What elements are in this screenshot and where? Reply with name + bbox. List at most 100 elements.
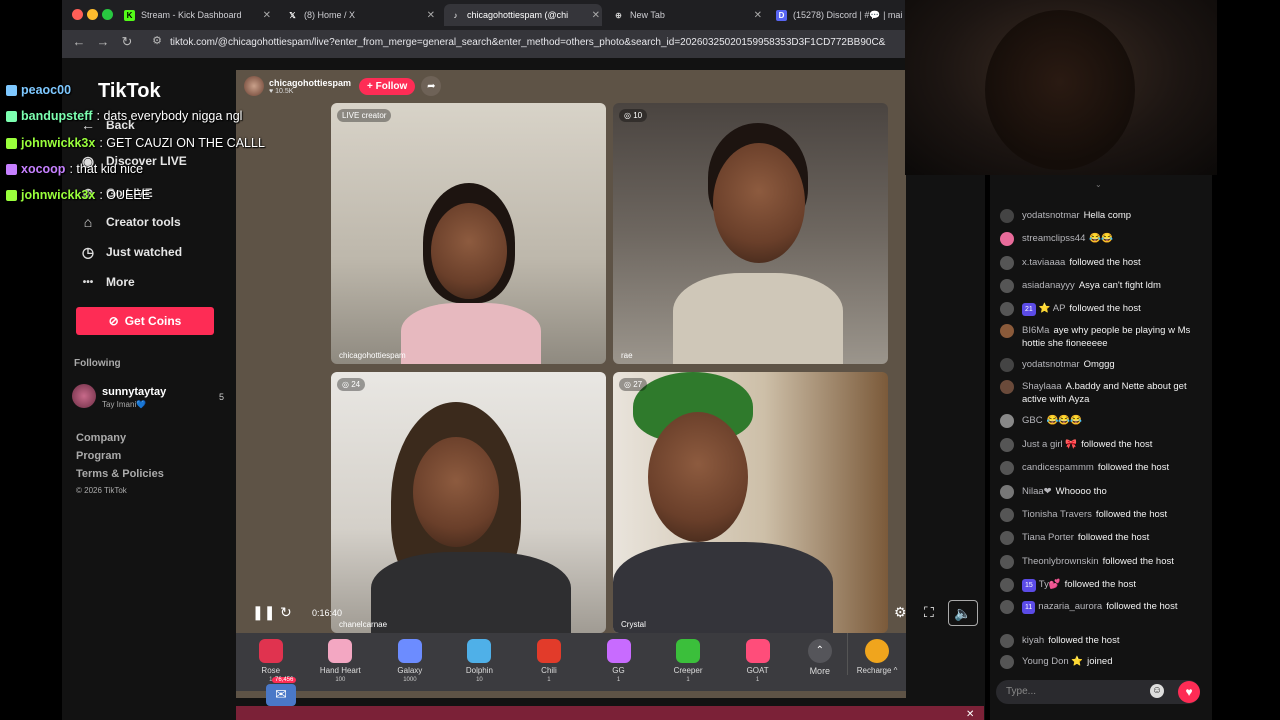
tab-new-tab[interactable]: ⊕ New Tab ✕ <box>607 4 764 26</box>
avatar[interactable] <box>1000 578 1014 592</box>
avatar[interactable] <box>1000 209 1014 223</box>
chat-username[interactable]: Young Don ⭐ <box>1022 656 1083 667</box>
avatar[interactable] <box>1000 380 1014 394</box>
gift-creeper[interactable]: Creeper 1 <box>653 633 723 683</box>
gift-rose[interactable]: Rose 1 <box>236 633 306 683</box>
pause-icon[interactable]: ❚❚ <box>252 604 275 621</box>
chat-username[interactable]: Theonlybrownskin <box>1022 556 1099 567</box>
avatar[interactable] <box>1000 358 1014 372</box>
avatar[interactable] <box>1000 531 1014 545</box>
chat-username[interactable]: Tionisha Travers <box>1022 509 1092 520</box>
host-name[interactable]: chicagohottiespam <box>269 78 351 88</box>
footer-terms[interactable]: Terms & Policies <box>76 468 164 480</box>
recharge-label: Recharge ^ <box>856 666 898 675</box>
share-icon[interactable]: ➦ <box>421 76 442 96</box>
hand-heart-icon <box>328 639 353 663</box>
fullscreen-icon[interactable]: ⛶ <box>924 604 934 621</box>
avatar[interactable] <box>1000 555 1014 569</box>
sidebar-item-creator-tools[interactable]: ⌂ Creator tools <box>78 211 181 233</box>
url-field[interactable]: tiktok.com/@chicagohottiespam/live?enter… <box>170 37 905 51</box>
emoji-icon[interactable]: ☺ <box>1150 684 1164 698</box>
gift-chili[interactable]: Chili 1 <box>514 633 584 683</box>
get-coins-button[interactable]: ⊘ Get Coins <box>76 307 214 335</box>
avatar[interactable] <box>1000 302 1014 316</box>
tiktok-logo[interactable]: TikTok <box>98 80 161 103</box>
volume-icon[interactable]: 🔈 <box>948 600 978 626</box>
gift-dolphin[interactable]: Dolphin 10 <box>445 633 515 683</box>
gift-more-button[interactable]: ⌃ More <box>792 633 847 676</box>
gift-hand-heart[interactable]: Hand Heart 100 <box>306 633 376 683</box>
avatar[interactable] <box>1000 414 1014 428</box>
chat-username[interactable]: Ty💕 <box>1039 579 1061 590</box>
close-tab-icon[interactable]: ✕ <box>263 10 271 21</box>
right-edge <box>1217 0 1280 720</box>
tab-tiktok-live[interactable]: ♪ chicagohottiespam (@chi ✕ <box>444 4 602 26</box>
site-info-icon[interactable]: ⚙ <box>148 34 166 47</box>
refresh-icon[interactable]: ↻ <box>280 604 292 621</box>
close-tab-icon[interactable]: ✕ <box>754 10 762 21</box>
gift-price: 1 <box>755 677 760 683</box>
avatar[interactable] <box>1000 438 1014 452</box>
chat-username[interactable]: kiyah <box>1022 635 1044 646</box>
recharge-button[interactable]: Recharge ^ <box>847 633 906 675</box>
guest-video[interactable]: LIVE creator chicagohottiespam <box>331 103 606 364</box>
minimize-window-button[interactable] <box>87 9 98 20</box>
chat-username[interactable]: asiadanayyy <box>1022 280 1075 291</box>
close-tab-icon[interactable]: ✕ <box>427 10 435 21</box>
gift-gg[interactable]: GG 1 <box>584 633 654 683</box>
gift-goat[interactable]: GOAT 1 <box>723 633 793 683</box>
footer-company[interactable]: Company <box>76 432 126 444</box>
gift-galaxy[interactable]: Galaxy 1000 <box>375 633 445 683</box>
chat-username[interactable]: streamclipss44 <box>1022 233 1085 244</box>
settings-icon[interactable]: ⚙ <box>894 604 907 621</box>
avatar[interactable] <box>1000 508 1014 522</box>
host-avatar[interactable] <box>244 76 264 96</box>
chat-username[interactable]: Just a girl 🎀 <box>1022 439 1077 450</box>
avatar[interactable] <box>72 384 96 408</box>
guest-video[interactable]: ◎ 10 rae <box>613 103 888 364</box>
maximize-window-button[interactable] <box>102 9 113 20</box>
reload-icon[interactable]: ↻ <box>118 34 136 50</box>
guest-video[interactable]: ◎ 24 chanelcarnae <box>331 372 606 633</box>
following-user-name[interactable]: sunnytaytay <box>102 386 166 398</box>
footer-program[interactable]: Program <box>76 450 121 462</box>
chat-username[interactable]: Nilaa❤ <box>1022 486 1052 497</box>
tab-discord[interactable]: D (15278) Discord | #💬 | mai <box>770 4 905 26</box>
chat-username[interactable]: BI6Ma <box>1022 325 1049 336</box>
close-tab-icon[interactable]: ✕ <box>592 10 600 21</box>
avatar[interactable] <box>1000 279 1014 293</box>
discord-icon: D <box>776 9 787 21</box>
avatar[interactable] <box>1000 600 1014 614</box>
chevron-down-icon[interactable]: ⌄ <box>1095 180 1102 189</box>
chat-input[interactable]: Type... <box>996 680 1200 704</box>
avatar[interactable] <box>1000 324 1014 338</box>
heart-icon[interactable]: ♥ <box>1178 681 1200 703</box>
tab-x-home[interactable]: 𝕏 (8) Home / X ✕ <box>281 4 437 26</box>
avatar[interactable] <box>1000 485 1014 499</box>
back-arrow-icon[interactable]: ← <box>70 34 88 49</box>
chat-username[interactable]: candicespammm <box>1022 462 1094 473</box>
chat-text: Omggg <box>1083 359 1115 370</box>
sidebar-item-just-watched[interactable]: ◷ Just watched <box>78 241 182 263</box>
avatar[interactable] <box>1000 634 1014 648</box>
close-window-button[interactable] <box>72 9 83 20</box>
chat-username[interactable]: Shaylaaa <box>1022 381 1062 392</box>
chat-username[interactable]: nazaria_aurora <box>1038 601 1102 612</box>
chat-username[interactable]: GBC <box>1022 415 1043 426</box>
forward-arrow-icon[interactable]: → <box>94 34 112 49</box>
follow-button[interactable]: + Follow <box>359 77 416 95</box>
chat-username[interactable]: yodatsnotmar <box>1022 210 1080 221</box>
mail-icon[interactable]: ✉ <box>266 684 296 706</box>
chat-username[interactable]: x.taviaaaa <box>1022 257 1065 268</box>
avatar[interactable] <box>1000 655 1014 669</box>
chat-username[interactable]: yodatsnotmar <box>1022 359 1080 370</box>
avatar[interactable] <box>1000 461 1014 475</box>
tab-kick-dashboard[interactable]: K Stream - Kick Dashboard ✕ <box>118 4 273 26</box>
guest-video[interactable]: ◎ 27 Crystal <box>613 372 888 633</box>
avatar[interactable] <box>1000 232 1014 246</box>
sidebar-item-more[interactable]: ••• More <box>78 271 135 293</box>
chat-username[interactable]: Tiana Porter <box>1022 532 1074 543</box>
avatar[interactable] <box>1000 256 1014 270</box>
chat-username[interactable]: ⭐ AP <box>1039 303 1066 314</box>
close-banner-icon[interactable]: ✕ <box>966 709 974 720</box>
